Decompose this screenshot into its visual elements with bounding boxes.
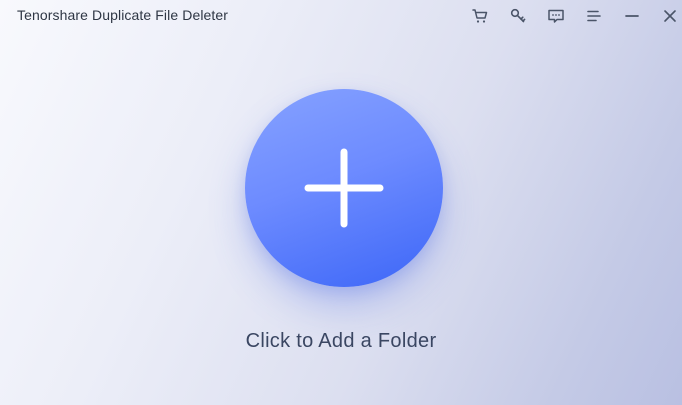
plus-icon [304,148,384,228]
menu-button[interactable] [584,6,604,26]
cart-button[interactable] [470,6,490,26]
app-window: Tenorshare Duplicate File Deleter Click … [0,0,682,405]
menu-icon [584,6,604,26]
app-title: Tenorshare Duplicate File Deleter [17,7,229,23]
feedback-button[interactable] [546,6,566,26]
cart-icon [470,6,490,26]
close-button[interactable] [660,6,680,26]
add-folder-label[interactable]: Click to Add a Folder [0,330,682,353]
minimize-icon [622,6,642,26]
add-folder-button[interactable] [245,89,443,287]
close-icon [660,6,680,26]
title-bar[interactable]: Tenorshare Duplicate File Deleter [0,0,682,32]
key-icon [508,6,528,26]
register-button[interactable] [508,6,528,26]
minimize-button[interactable] [622,6,642,26]
feedback-icon [546,6,566,26]
